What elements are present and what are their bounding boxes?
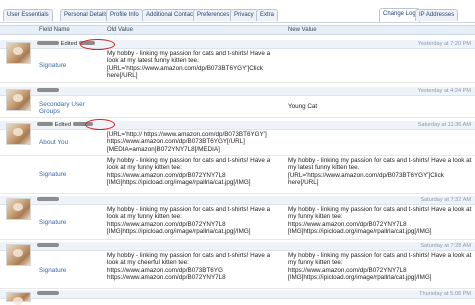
- entry-header: Edited Yesterday at 7:20 PM: [0, 40, 475, 49]
- new-value: Young Cat: [288, 103, 318, 110]
- entry-header: Saturday at 7:32 AM: [0, 196, 475, 205]
- field-name: Signature: [39, 267, 67, 274]
- tab-preferences[interactable]: Preferences: [193, 9, 234, 21]
- new-value: My hobby - linking my passion for cats a…: [288, 252, 472, 281]
- column-header-row: Field Name Old Value New Value: [0, 25, 475, 35]
- field-name: About You: [39, 139, 69, 146]
- tab-privacy[interactable]: Privacy: [230, 9, 258, 21]
- tab-profile-info[interactable]: Profile Info: [106, 9, 143, 21]
- entry-user[interactable]: [37, 196, 59, 204]
- old-value: My hobby - linking my passion for cats a…: [107, 157, 271, 186]
- table-row: About You [URL='http:// https://www.amaz…: [0, 130, 475, 156]
- entry-timestamp: Thursday at 5:08 PM: [419, 291, 471, 297]
- tab-extra[interactable]: Extra: [256, 9, 279, 21]
- entry-user[interactable]: [37, 242, 59, 250]
- old-value: [URL='http:// https://www.amazon.com/dp/…: [107, 131, 267, 153]
- change-log-entry: Saturday at 7:32 AM Signature My hobby -…: [0, 196, 475, 240]
- table-row: Signature My hobby - linking my passion …: [0, 49, 475, 83]
- table-row: Signature My hobby - linking my passion …: [0, 205, 475, 240]
- field-name: Signature: [39, 62, 67, 69]
- entry-user[interactable]: [37, 290, 59, 298]
- change-log-entry: Edited Yesterday at 7:20 PM Signature My…: [0, 39, 475, 83]
- column-old-value: Old Value: [107, 27, 133, 33]
- entry-user[interactable]: [37, 87, 59, 95]
- entry-header: Yesterday at 4:24 PM: [0, 87, 475, 96]
- avatar[interactable]: [6, 292, 31, 305]
- new-value: My hobby - linking my passion for cats a…: [288, 206, 472, 235]
- table-row: Secondary User Groups Young Cat: [0, 96, 475, 118]
- entry-header: Thursday at 5:08 PM: [0, 290, 475, 299]
- table-row: Signature My hobby - linking my passion …: [0, 156, 475, 194]
- change-log-entry: Yesterday at 4:24 PM Secondary User Grou…: [0, 87, 475, 118]
- field-name: Signature: [39, 219, 67, 226]
- change-log-entry: Thursday at 5:08 PM: [0, 290, 475, 305]
- profile-tab-bar: User Essentials Personal Details Profile…: [0, 0, 475, 23]
- tab-ip-addresses[interactable]: IP Addresses: [415, 9, 459, 21]
- entry-timestamp: Saturday at 7:28 AM: [420, 243, 471, 249]
- new-value: My hobby - linking my passion for cats a…: [288, 157, 472, 186]
- tab-additional-contact[interactable]: Additional Contact: [142, 9, 199, 21]
- old-value: My hobby - linking my passion for cats a…: [107, 50, 271, 79]
- entry-header: Saturday at 7:28 AM: [0, 242, 475, 251]
- entry-timestamp: Saturday at 11:36 AM: [417, 122, 471, 128]
- column-new-value: New Value: [288, 27, 317, 33]
- old-value: My hobby - linking my passion for cats a…: [107, 252, 271, 281]
- entry-timestamp: Yesterday at 4:24 PM: [417, 88, 471, 94]
- entry-header: Edited Saturday at 11:36 AM: [0, 121, 475, 130]
- old-value: My hobby - linking my passion for cats a…: [107, 206, 271, 235]
- entry-timestamp: Yesterday at 7:20 PM: [417, 41, 471, 47]
- column-field-name: Field Name: [39, 27, 70, 33]
- tab-personal-details[interactable]: Personal Details: [60, 9, 112, 21]
- change-log-entry: Edited Saturday at 11:36 AM About You [U…: [0, 119, 475, 194]
- entry-timestamp: Saturday at 7:32 AM: [420, 197, 471, 203]
- field-name: Signature: [39, 171, 67, 178]
- field-name: Secondary User Groups: [39, 101, 85, 116]
- tab-change-log[interactable]: Change Log: [379, 8, 420, 22]
- change-log-entry: Saturday at 7:28 AM Signature My hobby -…: [0, 242, 475, 289]
- tab-user-essentials[interactable]: User Essentials: [3, 9, 53, 21]
- table-row: Signature My hobby - linking my passion …: [0, 251, 475, 289]
- highlight-circle: [85, 119, 115, 130]
